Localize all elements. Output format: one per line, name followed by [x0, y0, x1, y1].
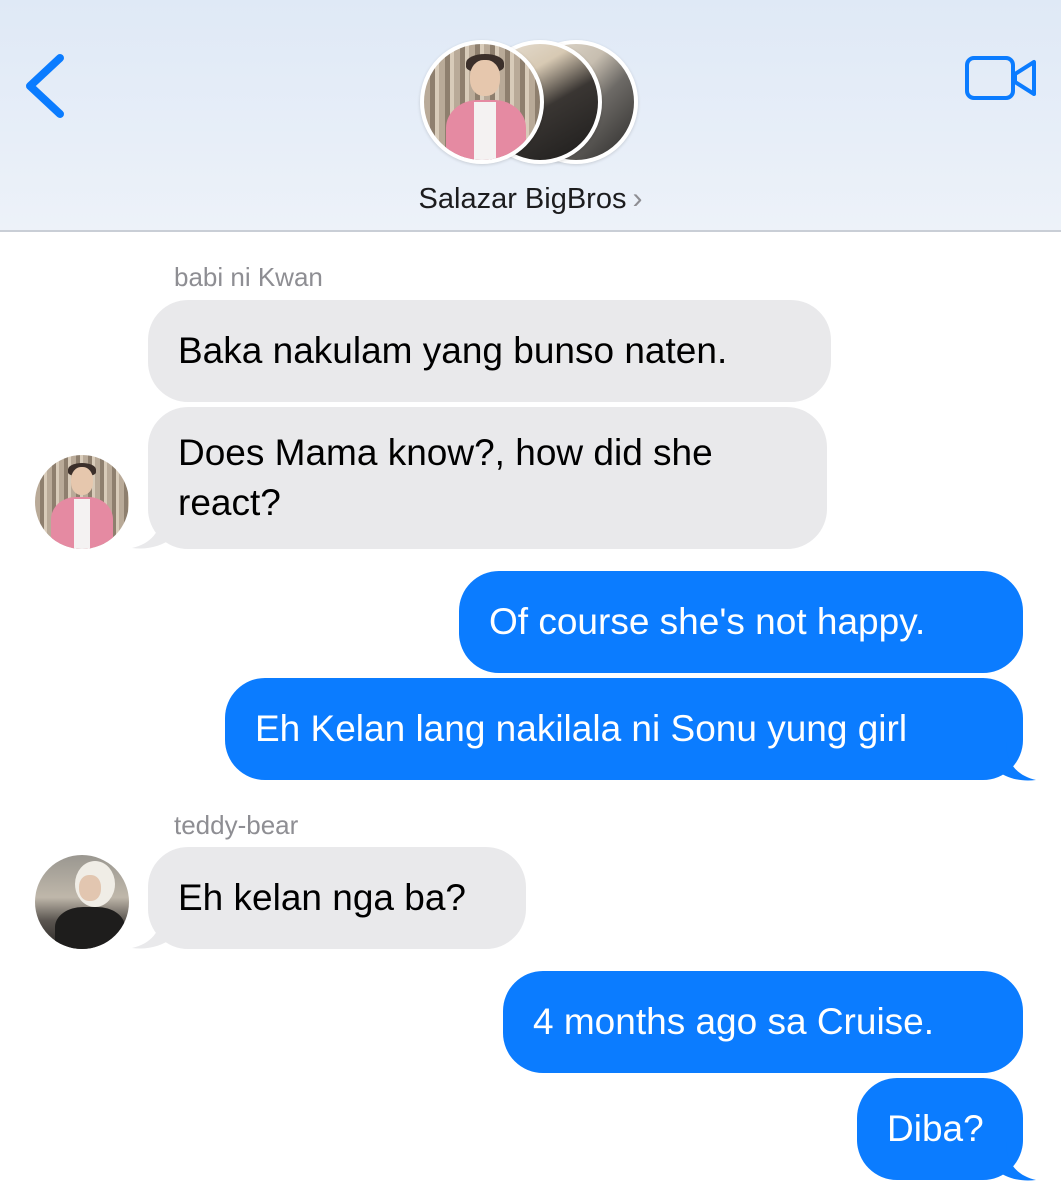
video-call-button[interactable]	[964, 52, 1040, 104]
back-chevron-icon	[26, 54, 64, 118]
bubble-tail	[132, 510, 172, 549]
back-button[interactable]	[22, 50, 72, 122]
sender-avatar[interactable]	[35, 855, 129, 949]
chevron-right-icon: ›	[632, 182, 643, 215]
message-bubble-outgoing[interactable]: Eh Kelan lang nakilala ni Sonu yung girl	[225, 678, 1023, 780]
message-text: Of course she's not happy.	[489, 601, 926, 642]
bubble-tail	[996, 1142, 1036, 1181]
message-text: Eh kelan nga ba?	[178, 877, 467, 918]
message-text: 4 months ago sa Cruise.	[533, 1001, 935, 1042]
message-text: Does Mama know?, how did she react?	[178, 432, 713, 523]
sender-name: babi ni Kwan	[174, 262, 323, 292]
message-text: Diba?	[887, 1108, 984, 1149]
group-member-avatar	[420, 40, 544, 164]
sender-avatar[interactable]	[35, 455, 129, 549]
sender-name: teddy-bear	[174, 810, 299, 840]
video-call-icon	[965, 56, 1036, 100]
message-bubble-incoming[interactable]: Does Mama know?, how did she react?	[148, 407, 827, 549]
message-bubble-incoming[interactable]: Baka nakulam yang bunso naten.	[148, 300, 831, 402]
message-text: Baka nakulam yang bunso naten.	[178, 330, 728, 371]
message-bubble-outgoing[interactable]: 4 months ago sa Cruise.	[503, 971, 1023, 1073]
conversation-header: Salazar BigBros ›	[0, 0, 1061, 232]
bubble-tail	[132, 910, 172, 949]
conversation-title-text: Salazar BigBros	[418, 183, 627, 215]
message-bubble-incoming[interactable]: Eh kelan nga ba?	[148, 847, 526, 949]
conversation-title[interactable]: Salazar BigBros ›	[0, 182, 1061, 216]
bubble-tail	[996, 742, 1036, 781]
message-bubble-outgoing[interactable]: Of course she's not happy.	[459, 571, 1023, 673]
group-avatar-stack[interactable]	[418, 38, 644, 168]
message-text: Eh Kelan lang nakilala ni Sonu yung girl	[255, 708, 908, 749]
